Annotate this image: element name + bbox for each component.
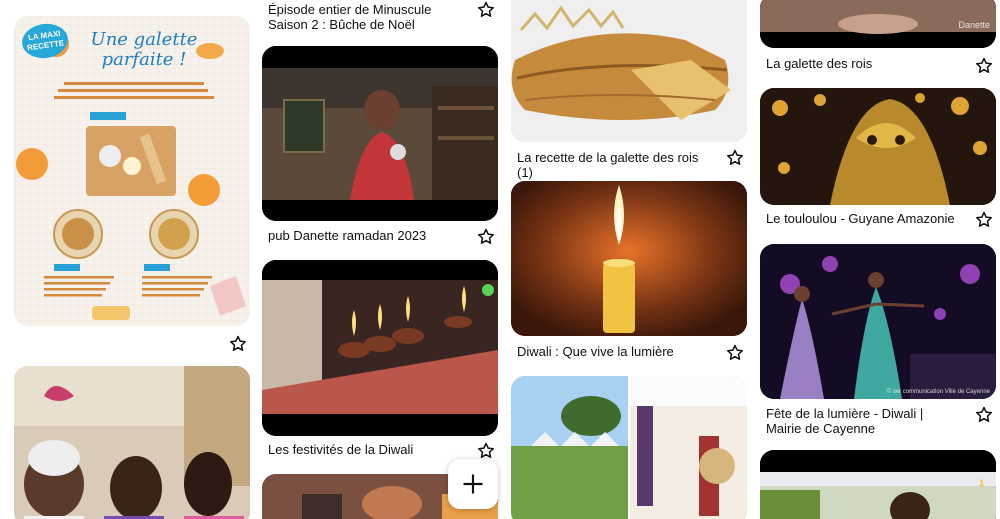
recipe-heading: Une galette parfaite !	[90, 29, 198, 70]
pin-title: pub Danette ramadan 2023	[268, 228, 427, 243]
pin-title: Fête de la lumière - Diwali | Mairie de …	[766, 406, 924, 436]
favorite-star-icon[interactable]	[228, 334, 248, 354]
pin-thumbnail[interactable]: © ser communication Ville de Cayenne	[760, 244, 996, 399]
pin-thumbnail[interactable]	[14, 366, 250, 519]
video-still-boy	[262, 46, 498, 221]
video-still-lamps	[262, 260, 498, 436]
favorite-star-icon[interactable]	[476, 441, 496, 461]
candle-photo	[511, 181, 747, 336]
pin-thumbnail[interactable]	[511, 0, 747, 142]
pin-title: La recette de la galette des rois (1)	[517, 150, 699, 180]
pin-title: Les festivités de la Diwali	[268, 442, 414, 457]
favorite-star-icon[interactable]	[974, 210, 994, 230]
favorite-star-icon[interactable]	[725, 148, 745, 168]
galette-photo	[511, 0, 747, 142]
pin-thumbnail[interactable]: 1	[760, 450, 996, 519]
pin-title: Diwali : Que vive la lumière	[517, 344, 674, 359]
photo-credit: © ser communication Ville de Cayenne	[886, 389, 990, 395]
favorite-star-icon[interactable]	[476, 0, 496, 20]
plus-icon	[463, 474, 483, 494]
favorite-star-icon[interactable]	[725, 343, 745, 363]
outdoor-collage	[511, 376, 747, 519]
pin-title: Épisode entier de Minuscule Saison 2 : B…	[268, 2, 432, 32]
pin-thumbnail[interactable]	[262, 46, 498, 221]
pin-title: Le touloulou - Guyane Amazonie	[766, 211, 955, 226]
favorite-star-icon[interactable]	[974, 405, 994, 425]
favorite-star-icon[interactable]	[476, 227, 496, 247]
video-still-person	[760, 450, 996, 519]
pin-thumbnail[interactable]	[511, 376, 747, 519]
women-photo	[14, 366, 250, 519]
carnival-mask-photo	[760, 88, 996, 205]
watermark-text: Danette	[958, 20, 990, 30]
pin-thumbnail[interactable]	[760, 88, 996, 205]
pin-title: La galette des rois	[766, 56, 873, 71]
pin-thumbnail[interactable]: Danette	[760, 0, 996, 48]
pin-thumbnail[interactable]	[511, 181, 747, 336]
pin-thumbnail[interactable]	[262, 260, 498, 436]
dancers-photo	[760, 244, 996, 399]
channel-mark: 1	[978, 478, 984, 488]
favorite-star-icon[interactable]	[974, 56, 994, 76]
pin-thumbnail[interactable]: LA MAXI RECETTE Une galette parfaite !	[14, 16, 250, 326]
add-button[interactable]	[448, 459, 498, 509]
